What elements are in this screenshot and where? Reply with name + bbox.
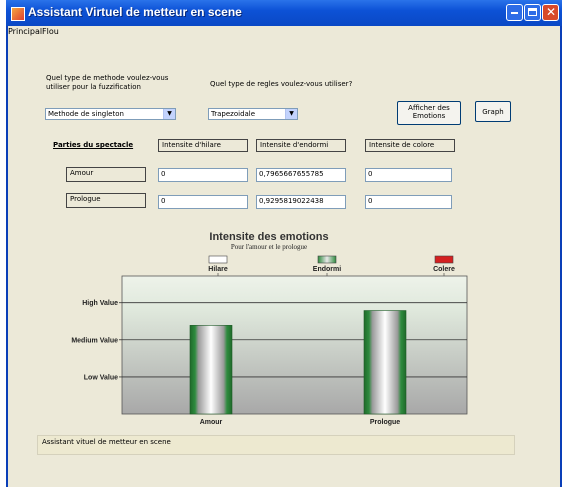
menu-flou[interactable]: Flou — [42, 27, 59, 36]
menu-bar: Principal Flou — [8, 26, 560, 38]
legend-label-endormi: Endormi — [313, 266, 341, 273]
rules-question-box: Quel type de regles voulez-vous utiliser… — [204, 78, 394, 100]
plot-area — [121, 275, 468, 415]
col-hilare-header: Intensite d'hilare — [158, 139, 248, 152]
chart-x-labels: Amour Prologue — [200, 419, 401, 426]
y-tick-label: High Value — [82, 300, 118, 307]
row-label-amour: Amour — [66, 167, 146, 182]
prologue-colere-field[interactable]: 0 — [365, 195, 452, 209]
y-tick-label: Low Value — [84, 374, 118, 381]
minimize-button[interactable] — [506, 4, 523, 21]
chart-y-labels: Low Value Medium Value High Value — [71, 300, 118, 381]
col-colere-header: Intensite de colore — [365, 139, 455, 152]
col-endormi-header: Intensite d'endormi — [256, 139, 346, 152]
method-question: Quel type de methode voulez-vous utilise… — [46, 74, 169, 91]
graph-button[interactable]: Graph — [475, 101, 511, 122]
show-emotions-button[interactable]: Afficher des Emotions — [397, 101, 461, 125]
method-question-box: Quel type de methode voulez-vous utilise… — [42, 72, 190, 98]
row-label-prologue: Prologue — [66, 193, 146, 208]
rules-question: Quel type de regles voulez-vous utiliser… — [210, 80, 353, 88]
y-tick-label: Medium Value — [71, 337, 118, 344]
maximize-icon — [528, 8, 537, 16]
title-bar[interactable]: Assistant Virtuel de metteur en scene ✕ — [6, 0, 562, 26]
legend-swatch-endormi — [317, 255, 337, 264]
chevron-down-icon[interactable]: ▼ — [163, 109, 175, 119]
bar-amour — [189, 325, 233, 415]
legend-label-hilare: Hilare — [208, 266, 228, 273]
legend-label-colere: Colere — [433, 266, 455, 273]
emotions-chart: Intensite des emotions Pour l'amour et l… — [34, 226, 510, 431]
legend-swatch-colere — [434, 255, 454, 264]
amour-endormi-field[interactable]: 0,7965667655785 — [256, 168, 346, 182]
status-text: Assistant vituel de metteur en scene — [42, 438, 171, 446]
minimize-icon — [511, 12, 518, 14]
close-button[interactable]: ✕ — [542, 4, 559, 21]
app-icon — [11, 7, 25, 21]
chart-legend: Hilare Endormi Colere — [208, 255, 455, 276]
rules-select-value: Trapezoidale — [211, 110, 256, 118]
amour-colere-field[interactable]: 0 — [365, 168, 452, 182]
chevron-down-icon[interactable]: ▼ — [285, 109, 297, 119]
prologue-hilare-field[interactable]: 0 — [158, 195, 248, 209]
bar-prologue — [363, 310, 407, 415]
window-title: Assistant Virtuel de metteur en scene — [28, 5, 242, 19]
method-select-value: Methode de singleton — [48, 110, 124, 118]
chart-title: Intensite des emotions — [209, 231, 328, 243]
status-bar: Assistant vituel de metteur en scene — [37, 435, 515, 455]
method-select[interactable]: Methode de singleton ▼ — [45, 108, 176, 120]
x-tick-label: Prologue — [370, 419, 400, 426]
parts-heading: Parties du spectacle — [53, 141, 134, 149]
legend-swatch-hilare — [208, 255, 228, 264]
x-tick-label: Amour — [200, 419, 223, 426]
maximize-button[interactable] — [524, 4, 541, 21]
amour-hilare-field[interactable]: 0 — [158, 168, 248, 182]
close-icon: ✕ — [546, 5, 557, 19]
menu-principal[interactable]: Principal — [8, 27, 42, 36]
chart-subtitle: Pour l'amour et le prologue — [231, 243, 307, 251]
prologue-endormi-field[interactable]: 0,9295819022438 — [256, 195, 346, 209]
emotions-chart-svg: Intensite des emotions Pour l'amour et l… — [71, 231, 468, 426]
rules-select[interactable]: Trapezoidale ▼ — [208, 108, 298, 120]
